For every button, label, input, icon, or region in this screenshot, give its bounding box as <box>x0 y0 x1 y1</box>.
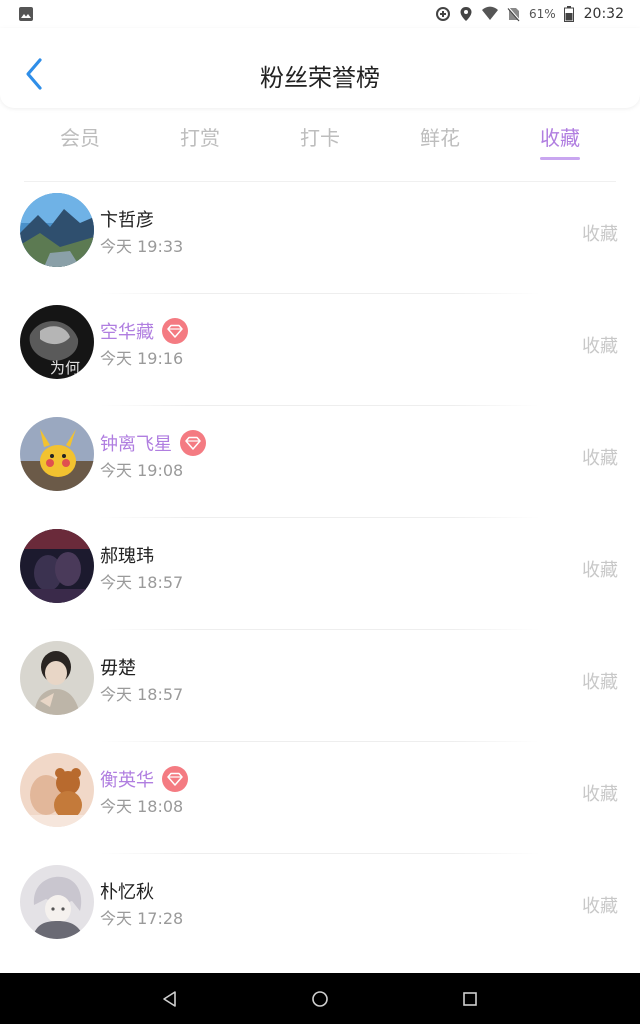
user-name: 钟离飞星 <box>100 434 172 455</box>
fan-list: 卞哲彦 今天 19:33 收藏 为何 空华藏 今天 19:16 收藏 钟离飞星 … <box>0 182 640 966</box>
name-line: 卞哲彦 <box>100 206 154 232</box>
battery-percentage: 61% <box>528 7 556 21</box>
list-item[interactable]: 毋楚 今天 18:57 收藏 <box>0 630 640 742</box>
name-line: 空华藏 <box>100 318 188 344</box>
tab-favorites[interactable]: 收藏 <box>520 108 600 164</box>
status-bar: 61% 20:32 <box>0 0 640 28</box>
user-name: 毋楚 <box>100 658 136 679</box>
timestamp: 今天 18:57 <box>100 573 184 592</box>
list-item[interactable]: 朴忆秋 今天 17:28 收藏 <box>0 854 640 966</box>
list-item[interactable]: 钟离飞星 今天 19:08 收藏 <box>0 406 640 518</box>
name-line: 郝瑰玮 <box>100 542 154 568</box>
avatar[interactable] <box>20 641 94 715</box>
battery-icon <box>563 6 574 22</box>
favorite-action[interactable]: 收藏 <box>582 668 618 694</box>
favorite-action[interactable]: 收藏 <box>582 220 618 246</box>
no-sim-icon <box>507 6 521 22</box>
name-line: 钟离飞星 <box>100 430 206 456</box>
timestamp: 今天 17:28 <box>100 909 184 928</box>
name-line: 衡英华 <box>100 766 188 792</box>
image-icon <box>18 6 34 22</box>
status-icons: 61% 20:32 <box>435 6 624 22</box>
avatar[interactable] <box>20 529 94 603</box>
avatar-caption: 为何 <box>50 359 80 377</box>
name-line: 毋楚 <box>100 654 136 680</box>
tab-bar: 会员 打赏 打卡 鲜花 收藏 <box>0 108 640 164</box>
favorite-action[interactable]: 收藏 <box>582 332 618 358</box>
avatar[interactable] <box>20 193 94 267</box>
user-name: 卞哲彦 <box>100 210 154 231</box>
user-name: 朴忆秋 <box>100 882 154 903</box>
tab-checkin[interactable]: 打卡 <box>280 108 360 164</box>
nav-home-button[interactable] <box>245 990 395 1008</box>
nav-back-button[interactable] <box>95 990 245 1008</box>
favorite-action[interactable]: 收藏 <box>582 892 618 918</box>
tab-rewards[interactable]: 打赏 <box>160 108 240 164</box>
diamond-icon <box>162 766 188 792</box>
list-item[interactable]: 郝瑰玮 今天 18:57 收藏 <box>0 518 640 630</box>
system-nav-bar <box>0 973 640 1024</box>
data-saver-icon <box>435 6 451 22</box>
timestamp: 今天 18:57 <box>100 685 184 704</box>
location-icon <box>459 6 473 22</box>
diamond-icon <box>180 430 206 456</box>
avatar[interactable]: 为何 <box>20 305 94 379</box>
home-circle-icon <box>312 990 328 1007</box>
diamond-icon <box>162 318 188 344</box>
tab-members[interactable]: 会员 <box>40 108 120 164</box>
favorite-action[interactable]: 收藏 <box>582 780 618 806</box>
tab-flowers[interactable]: 鲜花 <box>400 108 480 164</box>
clock: 20:32 <box>583 6 624 22</box>
wifi-icon <box>481 6 499 22</box>
favorite-action[interactable]: 收藏 <box>582 444 618 470</box>
user-name: 空华藏 <box>100 322 154 343</box>
list-item[interactable]: 衡英华 今天 18:08 收藏 <box>0 742 640 854</box>
nav-recents-button[interactable] <box>395 991 545 1007</box>
timestamp: 今天 19:08 <box>100 461 184 480</box>
user-name: 衡英华 <box>100 770 154 791</box>
avatar[interactable] <box>20 865 94 939</box>
list-item[interactable]: 卞哲彦 今天 19:33 收藏 <box>0 182 640 294</box>
name-line: 朴忆秋 <box>100 878 154 904</box>
user-name: 郝瑰玮 <box>100 546 154 567</box>
timestamp: 今天 19:33 <box>100 237 184 256</box>
avatar[interactable] <box>20 753 94 827</box>
app-header: 粉丝荣誉榜 <box>0 28 640 108</box>
list-item[interactable]: 为何 空华藏 今天 19:16 收藏 <box>0 294 640 406</box>
timestamp: 今天 19:16 <box>100 349 184 368</box>
recents-square-icon <box>463 991 477 1006</box>
back-triangle-icon <box>163 990 176 1007</box>
page-title: 粉丝荣誉榜 <box>260 64 380 92</box>
favorite-action[interactable]: 收藏 <box>582 556 618 582</box>
timestamp: 今天 18:08 <box>100 797 184 816</box>
avatar[interactable] <box>20 417 94 491</box>
